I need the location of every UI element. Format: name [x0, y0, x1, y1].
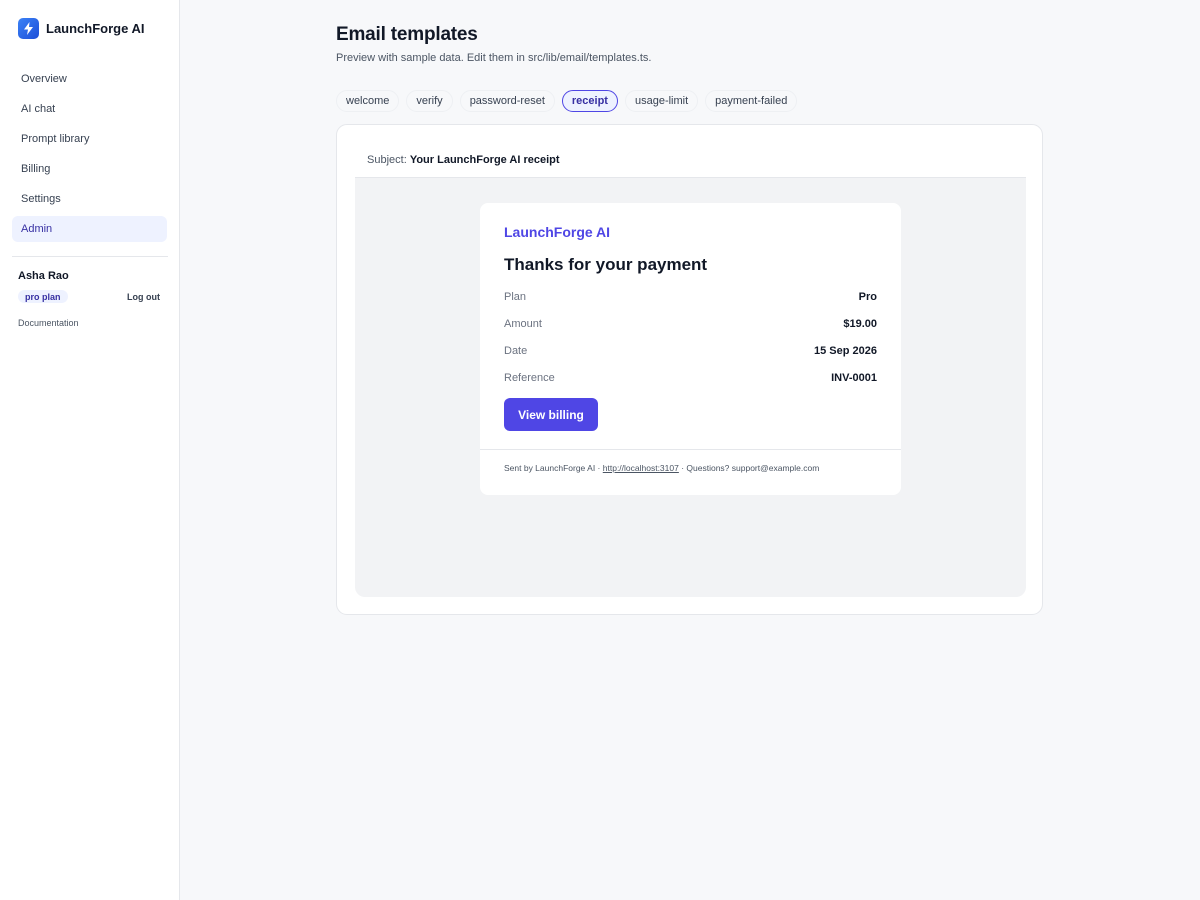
- tab-verify[interactable]: verify: [406, 90, 453, 112]
- receipt-row-amount: Amount $19.00: [504, 316, 877, 332]
- footer-prefix: Sent by LaunchForge AI ·: [504, 463, 603, 473]
- email-heading: Thanks for your payment: [504, 255, 708, 274]
- sidebar-item-settings[interactable]: Settings: [12, 186, 167, 212]
- receipt-value: Pro: [858, 291, 877, 303]
- receipt-value: $19.00: [843, 318, 877, 330]
- subject-label: Subject:: [367, 154, 407, 166]
- template-preview-card: Subject: Your LaunchForge AI receipt Lau…: [336, 124, 1043, 615]
- sidebar-item-admin[interactable]: Admin: [12, 216, 167, 242]
- tab-usage-limit[interactable]: usage-limit: [624, 90, 699, 112]
- email-brand: LaunchForge AI: [504, 224, 611, 240]
- email-preview-frame: LaunchForge AI Thanks for your payment P…: [355, 177, 1026, 597]
- email-footer: Sent by LaunchForge AI · http://localhos…: [504, 463, 819, 473]
- email-body: LaunchForge AI Thanks for your payment P…: [480, 203, 901, 495]
- receipt-label: Reference: [504, 372, 555, 384]
- logout-button[interactable]: Log out: [127, 292, 160, 302]
- brand[interactable]: LaunchForge AI: [18, 18, 144, 39]
- page-title: Email templates: [336, 24, 478, 45]
- receipt-label: Amount: [504, 318, 542, 330]
- receipt-value: INV-0001: [831, 372, 877, 384]
- sidebar-item-ai-chat[interactable]: AI chat: [12, 96, 167, 122]
- subject-value: Your LaunchForge AI receipt: [409, 154, 560, 166]
- documentation-link[interactable]: Documentation: [18, 318, 79, 328]
- sidebar-item-prompt-library[interactable]: Prompt library: [12, 126, 167, 152]
- user-name: Asha Rao: [18, 270, 69, 282]
- view-billing-button[interactable]: View billing: [504, 398, 598, 431]
- lightning-bolt-icon: [18, 18, 39, 39]
- sidebar-divider: [12, 256, 168, 257]
- tab-receipt[interactable]: receipt: [561, 90, 618, 112]
- brand-name: LaunchForge AI: [46, 21, 145, 36]
- receipt-row-plan: Plan Pro: [504, 289, 877, 305]
- tab-welcome[interactable]: welcome: [336, 90, 400, 112]
- template-tabs: welcome verify password-reset receipt us…: [336, 90, 798, 112]
- sidebar-item-overview[interactable]: Overview: [12, 66, 167, 92]
- email-divider: [480, 449, 901, 450]
- sidebar-item-billing[interactable]: Billing: [12, 156, 167, 182]
- sidebar-nav: Overview AI chat Prompt library Billing …: [12, 66, 167, 246]
- tab-password-reset[interactable]: password-reset: [459, 90, 555, 112]
- receipt-value: 15 Sep 2026: [814, 345, 877, 357]
- receipt-row-reference: Reference INV-0001: [504, 370, 877, 386]
- tab-payment-failed[interactable]: payment-failed: [705, 90, 798, 112]
- footer-suffix: · Questions? support@example.com: [678, 463, 820, 473]
- page-subtitle: Preview with sample data. Edit them in s…: [336, 52, 652, 64]
- footer-link[interactable]: http://localhost:3107: [603, 463, 679, 473]
- sidebar: LaunchForge AI Overview AI chat Prompt l…: [0, 0, 180, 900]
- receipt-row-date: Date 15 Sep 2026: [504, 343, 877, 359]
- email-subject: Subject: Your LaunchForge AI receipt: [367, 154, 560, 166]
- receipt-label: Date: [504, 345, 528, 357]
- receipt-label: Plan: [504, 291, 527, 303]
- plan-badge: pro plan: [18, 290, 68, 303]
